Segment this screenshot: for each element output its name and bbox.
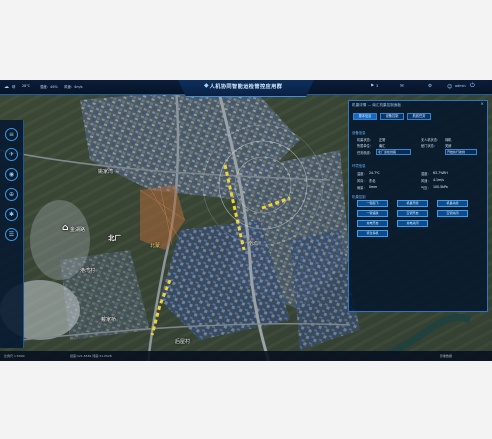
settings-tool-icon[interactable]: ✱ xyxy=(5,208,18,221)
message-icon[interactable]: ✉ xyxy=(400,84,404,90)
source-text: 影像数据 xyxy=(440,354,453,358)
drone-icon[interactable]: ✈ xyxy=(5,148,18,161)
alert-count: 3 xyxy=(376,84,379,88)
nest-marker-label: 北蒙 xyxy=(150,243,161,249)
takeoff-button[interactable]: 一键起飞 xyxy=(357,200,388,207)
return-button[interactable]: 一键返航 xyxy=(357,210,388,217)
nest-detail-panel: 机巢详情 — 南汇机巢控制面板 × 基本信息 设备控制 航线任务 设备信息 机巢… xyxy=(348,100,488,312)
map-label: 北厂 xyxy=(108,234,121,242)
close-icon[interactable]: × xyxy=(480,102,484,107)
map-label: 金湖路 xyxy=(70,227,86,233)
map-viewport[interactable]: ◆ 人机协同智能运检管控应用群 ☁ 晴 28℃ 湿度：46% 风速：4m/s ⚑… xyxy=(0,80,492,361)
close-hatch-button[interactable]: 机巢关舱 xyxy=(437,200,468,207)
field-label: 所属单位： xyxy=(357,144,373,148)
target-icon[interactable]: ⊕ xyxy=(5,188,18,201)
open-hatch-button[interactable]: 机巢开舱 xyxy=(397,200,428,207)
humidity-text: 湿度：46% xyxy=(40,85,58,89)
map-label: 港湾村 xyxy=(80,268,96,274)
route-select[interactable]: 北厂巡检线路 xyxy=(376,149,411,155)
bottom-status-bar: 比例尺 1:5000 经度:121.6536 纬度:31.0528 影像数据 xyxy=(0,351,492,361)
execute-route-select[interactable]: 开始执行航线 xyxy=(445,149,477,155)
user-icon[interactable]: ☺ xyxy=(447,84,452,90)
map-label: 戴家桥 xyxy=(101,317,117,323)
user-name: admin xyxy=(455,84,466,88)
env-label: 湿度： xyxy=(421,172,431,176)
field-label: 机巢状态： xyxy=(357,138,373,142)
field-label: 无人机状态： xyxy=(421,138,441,142)
page-title: 人机协同智能运检管控应用群 xyxy=(209,84,283,90)
env-value: 0mm xyxy=(369,185,378,189)
map-label: 姚家湾 xyxy=(98,169,114,175)
field-value: 关闭 xyxy=(445,144,452,148)
ac-on-button[interactable]: 空调开启 xyxy=(397,210,428,217)
field-value: 正常 xyxy=(379,138,386,142)
weather-icon: ☁ xyxy=(4,84,9,90)
tab-route-task[interactable]: 航线任务 xyxy=(407,113,431,120)
env-section-title: 环境信息 xyxy=(352,164,366,168)
tab-device-control[interactable]: 设备控制 xyxy=(380,113,404,120)
field-value: 南汇 xyxy=(379,144,386,148)
field-value: 待机 xyxy=(445,138,452,142)
panel-title: 机巢详情 — 南汇机巢控制面板 xyxy=(352,103,402,107)
env-label: 风速： xyxy=(421,179,431,183)
field-label: 舱门状态： xyxy=(421,144,437,148)
tab-basic-info[interactable]: 基本信息 xyxy=(353,113,377,120)
emergency-stop-button[interactable]: 紧急停机 xyxy=(357,230,388,237)
settings-icon[interactable]: ⚙ xyxy=(428,84,432,90)
env-value: 24.7℃ xyxy=(369,171,380,175)
env-value: 63.7%RH xyxy=(433,171,448,175)
list-icon[interactable]: ☰ xyxy=(5,228,18,241)
env-label: 温度： xyxy=(357,172,367,176)
nest-marker-icon[interactable]: ⌂ xyxy=(62,223,68,233)
device-section-title: 设备信息 xyxy=(352,131,366,135)
coords-text: 经度:121.6536 纬度:31.0528 xyxy=(70,354,112,358)
map-label: 后屋村 xyxy=(175,339,191,345)
temperature-text: 28℃ xyxy=(22,84,31,88)
scale-text: 比例尺 1:5000 xyxy=(4,354,25,358)
ac-off-button[interactable]: 空调关闭 xyxy=(437,210,468,217)
layers-icon[interactable]: ≡ xyxy=(5,128,18,141)
weather-text: 晴 xyxy=(12,85,16,89)
alert-icon[interactable]: ⚑ xyxy=(370,84,374,90)
left-toolbar: ≡ ✈ ◉ ⊕ ✱ ☰ xyxy=(0,120,24,348)
control-section-title: 机巢控制 xyxy=(352,195,366,199)
env-label: 风向： xyxy=(357,179,367,183)
charge-off-button[interactable]: 充电关闭 xyxy=(397,220,428,227)
wind-text: 风速：4m/s xyxy=(64,85,83,89)
route-select-label: 任务航线： xyxy=(357,151,373,155)
location-icon[interactable]: ◉ xyxy=(5,168,18,181)
map-label: 南坞 xyxy=(248,241,259,247)
env-value: 东北 xyxy=(369,179,376,183)
env-value: 4.1m/s xyxy=(433,178,444,182)
env-label: 雨量： xyxy=(357,186,367,190)
env-label: 气压： xyxy=(421,186,431,190)
env-value: 100.5kPa xyxy=(433,185,448,189)
charge-on-button[interactable]: 充电开启 xyxy=(357,220,388,227)
power-icon[interactable]: ⏻ xyxy=(470,83,475,89)
